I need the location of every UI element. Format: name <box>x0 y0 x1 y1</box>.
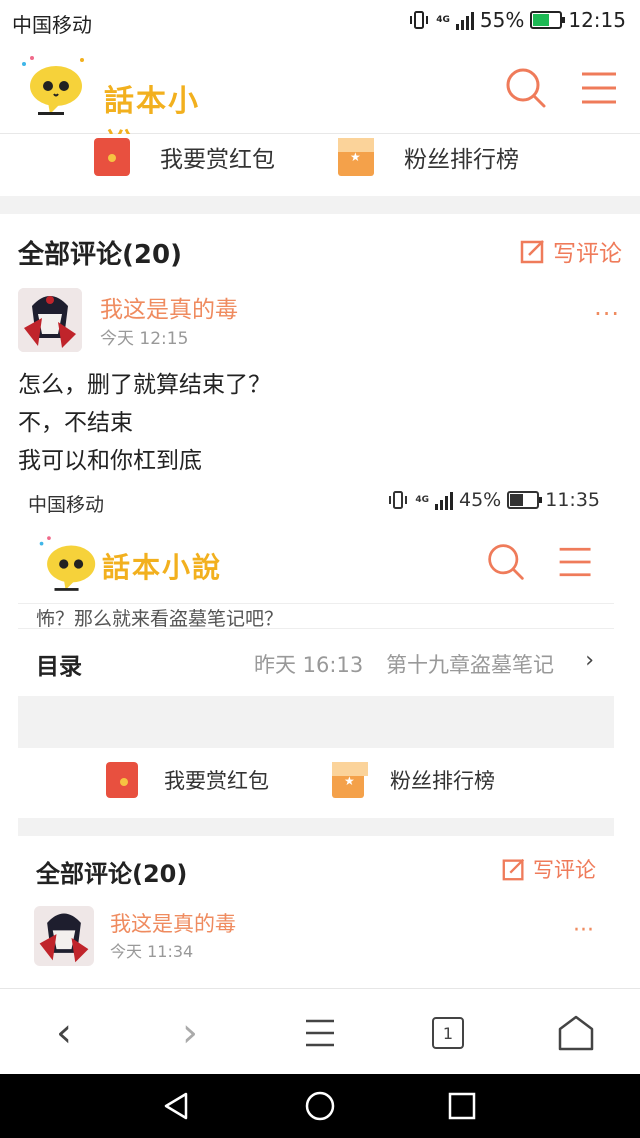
signal-icon <box>455 10 474 30</box>
avatar-image <box>18 288 82 352</box>
embedded-comments-title: 全部评论(20) <box>36 860 188 888</box>
embedded-reward-row: 我要赏红包 粉丝排行榜 <box>18 748 614 818</box>
app-header: 話本小說 <box>0 44 640 163</box>
comment-line: 不，不结束 <box>18 410 133 436</box>
system-recents-icon[interactable] <box>446 1090 478 1122</box>
write-comment-label: 写评论 <box>553 241 622 267</box>
fan-rank-button[interactable]: 粉丝排行榜 <box>338 138 519 176</box>
comment-time: 今天 12:15 <box>100 329 189 349</box>
toc-label: 目录 <box>36 654 82 680</box>
embedded-battery-percent: 45% <box>459 489 502 511</box>
embedded-clock: 11:35 <box>545 489 600 511</box>
comment-image[interactable]: 中国移动 4G 45% 11:35 話本小說 怖？那么就来看盗墓笔记吧？ 目录 … <box>18 478 614 990</box>
home-icon[interactable] <box>554 1011 598 1055</box>
toc-date: 昨天 16:13 <box>254 653 364 677</box>
network-type: 4G <box>436 14 450 25</box>
red-packet-icon <box>106 762 138 798</box>
reward-row: 我要赏红包 粉丝排行榜 <box>0 134 640 196</box>
battery-icon <box>530 11 566 29</box>
signal-icon <box>435 490 453 510</box>
comment-item: 我这是真的毒 今天 12:15 ··· 怎么，删了就算结束了？ 不，不结束 我可… <box>0 284 640 480</box>
back-button[interactable]: ‹ <box>42 1010 86 1056</box>
comment-line: 我可以和你杠到底 <box>18 448 202 474</box>
comment-body: 怎么，删了就算结束了？ 不，不结束 我可以和你杠到底 <box>18 366 271 480</box>
app-logo[interactable]: 話本小說 <box>18 54 228 163</box>
battery-percent: 55% <box>479 8 525 32</box>
embedded-fan-rank-label: 粉丝排行榜 <box>390 769 495 793</box>
browser-toolbar: ‹ › 1 <box>0 988 640 1074</box>
embedded-carrier: 中国移动 <box>28 494 105 516</box>
comments-header: 全部评论(20) 写评论 <box>0 214 640 284</box>
forward-icon: › <box>182 1010 198 1056</box>
tabs-count: 1 <box>432 1017 464 1049</box>
fan-rank-icon <box>332 762 368 798</box>
embedded-red-packet: 我要赏红包 <box>106 762 269 798</box>
system-nav-bar <box>0 1074 640 1138</box>
battery-icon <box>507 491 543 509</box>
embedded-divider <box>18 696 614 748</box>
menu-icon[interactable] <box>578 66 622 110</box>
avatar-image <box>34 906 94 966</box>
comment-line: 怎么，删了就算结束了？ <box>18 372 271 398</box>
embedded-write-comment-label: 写评论 <box>533 858 596 882</box>
section-divider <box>0 196 640 214</box>
embedded-status-bar: 中国移动 4G 45% 11:35 <box>18 478 614 522</box>
write-comment-button[interactable]: 写评论 <box>519 234 622 268</box>
embedded-toc-row: 目录 昨天 16:13 第十九章盗墓笔记 › <box>18 628 614 696</box>
search-icon[interactable] <box>504 66 548 110</box>
embedded-red-packet-label: 我要赏红包 <box>164 769 269 793</box>
toc-chapter: 第十九章盗墓笔记 <box>386 653 554 677</box>
embedded-status-icons: 4G 45% 11:35 <box>387 489 600 511</box>
red-packet-button[interactable]: 我要赏红包 <box>94 138 275 176</box>
menu-icon[interactable] <box>298 1011 342 1055</box>
chevron-right-icon: › <box>585 648 594 673</box>
embedded-app-header: 話本小說 <box>18 522 614 604</box>
edit-icon <box>520 240 544 264</box>
red-packet-label: 我要赏红包 <box>160 147 275 173</box>
chat-bubble-logo-icon <box>22 56 84 115</box>
avatar[interactable] <box>18 288 82 352</box>
carrier-label: 中国移动 <box>12 13 92 37</box>
comments-title: 全部评论(20) <box>18 240 182 270</box>
tabs-button[interactable]: 1 <box>426 1011 470 1055</box>
chat-bubble-logo-icon <box>39 536 96 591</box>
fan-rank-icon <box>338 138 374 176</box>
vibrate-icon <box>410 11 429 29</box>
system-back-icon[interactable] <box>160 1090 192 1122</box>
embedded-write-comment: 写评论 <box>501 854 596 884</box>
forward-button[interactable]: › <box>168 1010 212 1056</box>
embedded-logo-text: 話本小說 <box>102 551 223 584</box>
back-icon: ‹ <box>56 1010 72 1056</box>
embedded-intro-snippet: 怖？那么就来看盗墓笔记吧？ <box>36 608 284 630</box>
red-packet-icon <box>94 138 130 176</box>
system-home-icon[interactable] <box>304 1090 336 1122</box>
embedded-divider <box>18 818 614 836</box>
embedded-network-type: 4G <box>415 494 429 505</box>
status-bar: 中国移动 4G 55% 12:15 <box>0 0 640 44</box>
more-options-button[interactable]: ··· <box>594 300 620 328</box>
embedded-fan-rank: 粉丝排行榜 <box>332 762 495 798</box>
menu-icon <box>559 547 591 577</box>
search-icon <box>488 544 524 580</box>
status-icons: 4G 55% 12:15 <box>408 8 626 32</box>
vibrate-icon <box>389 491 408 509</box>
edit-icon <box>502 858 525 881</box>
embedded-comment-username: 我这是真的毒 <box>110 912 236 936</box>
fan-rank-label: 粉丝排行榜 <box>404 147 519 173</box>
avatar <box>34 906 94 966</box>
clock: 12:15 <box>568 8 626 32</box>
comment-username[interactable]: 我这是真的毒 <box>100 290 238 324</box>
more-options-icon: ··· <box>573 918 594 943</box>
embedded-comment-time: 今天 11:34 <box>110 942 194 961</box>
